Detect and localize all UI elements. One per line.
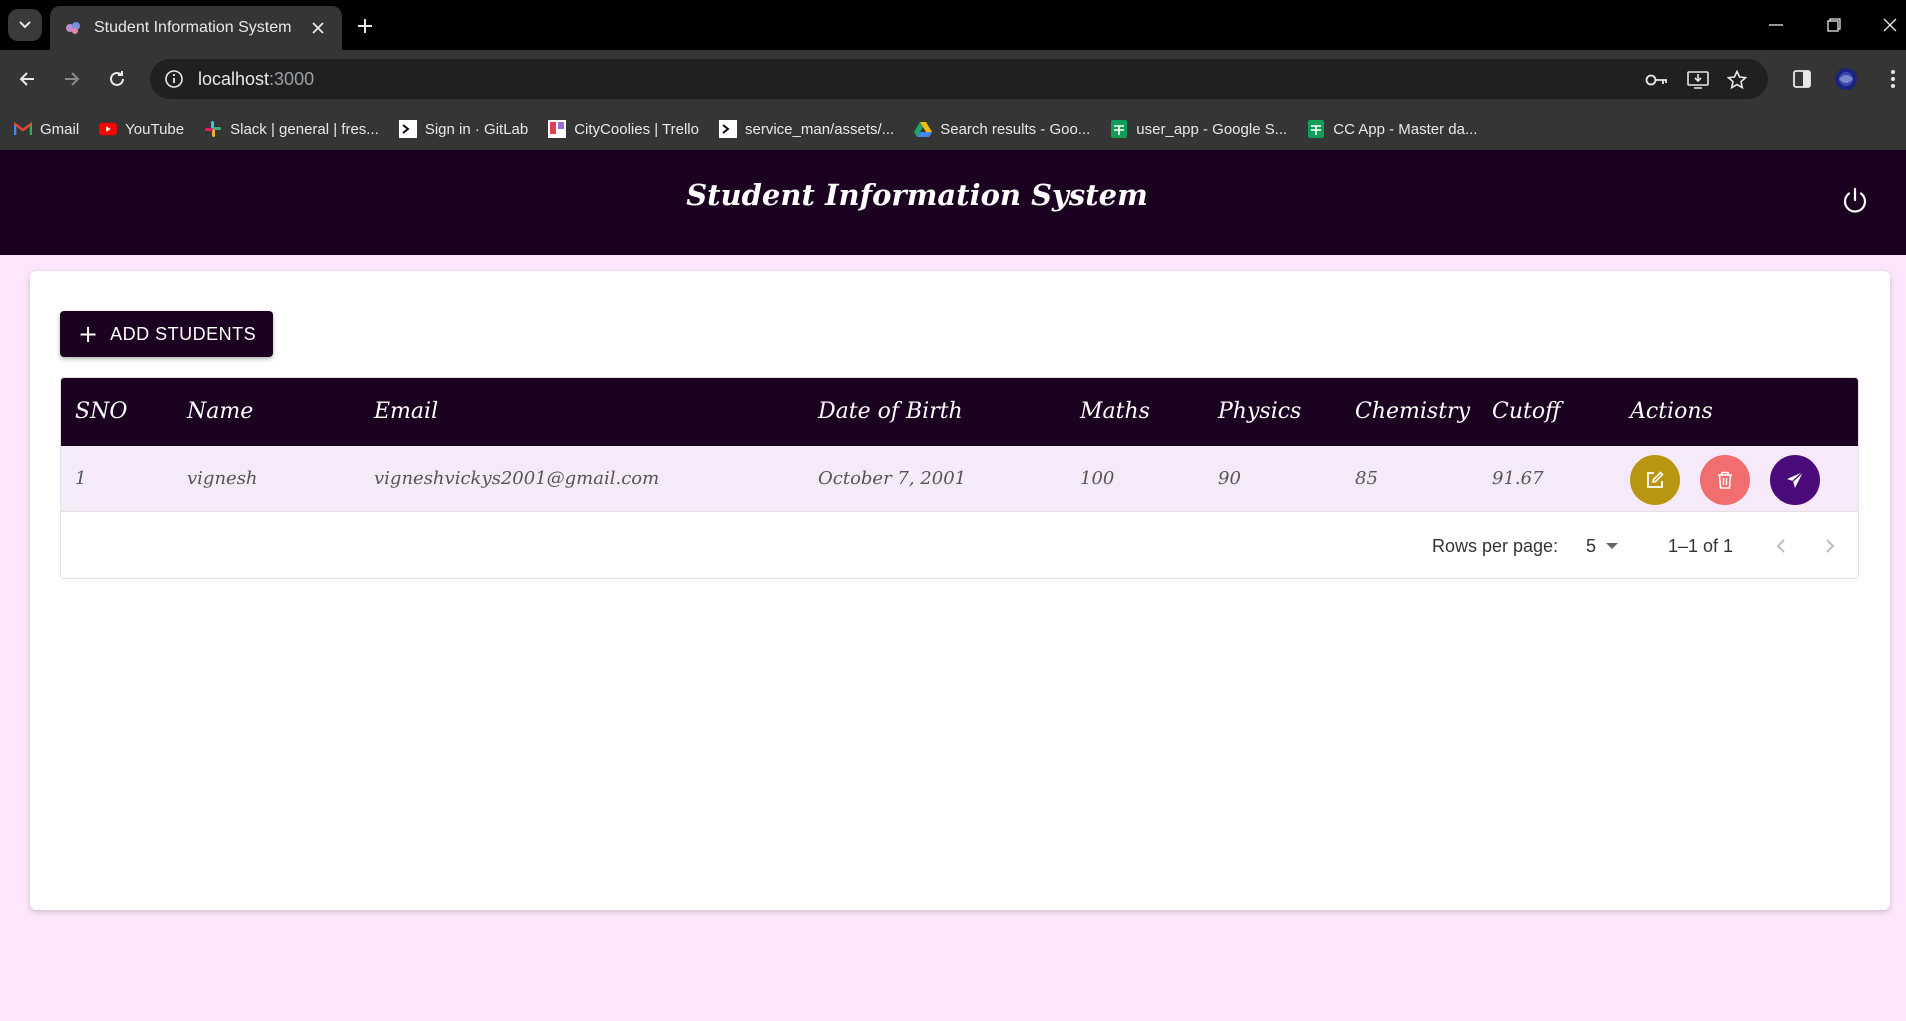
github-icon bbox=[719, 120, 737, 138]
drive-icon bbox=[914, 120, 933, 138]
plus-icon: + bbox=[78, 320, 99, 348]
cell-sno: 1 bbox=[75, 468, 87, 489]
profile-avatar[interactable] bbox=[1833, 66, 1859, 92]
bookmark-label: service_man/assets/... bbox=[745, 120, 895, 138]
rows-per-page-value: 5 bbox=[1586, 535, 1597, 556]
chevron-down-icon bbox=[19, 21, 31, 29]
site-info-icon[interactable] bbox=[162, 67, 186, 91]
column-header-sno[interactable]: SNO bbox=[75, 378, 127, 446]
new-tab-plus-icon[interactable] bbox=[352, 13, 378, 39]
browser-menu-icon[interactable] bbox=[1880, 66, 1906, 92]
rows-per-page-label: Rows per page: bbox=[1432, 536, 1559, 556]
cell-physics: 90 bbox=[1218, 468, 1241, 489]
bookmark-label: Slack | general | fres... bbox=[230, 120, 379, 138]
bookmark-item[interactable]: Slack | general | fres... bbox=[204, 114, 379, 144]
column-header-name[interactable]: Name bbox=[187, 378, 253, 446]
bookmark-item[interactable]: user_app - Google S... bbox=[1110, 114, 1287, 144]
app-header: Student Information System bbox=[0, 150, 1906, 255]
power-icon bbox=[1843, 187, 1867, 213]
main-card: + ADD STUDENTS SNO Name Email Date of Bi… bbox=[30, 271, 1890, 910]
sheets-icon bbox=[1307, 120, 1325, 138]
cell-email: vigneshvickys2001@gmail.com bbox=[374, 468, 660, 489]
bookmarks-bar: Gmail YouTube Slack | general | fres... … bbox=[0, 108, 1906, 150]
tab-title: Student Information System bbox=[94, 19, 292, 36]
forward-arrow-icon[interactable] bbox=[57, 64, 87, 94]
trello-icon bbox=[548, 120, 567, 138]
key-icon[interactable] bbox=[1644, 67, 1670, 93]
bookmark-label: YouTube bbox=[125, 120, 185, 138]
edit-button[interactable] bbox=[1630, 455, 1680, 505]
side-panel-icon[interactable] bbox=[1789, 66, 1815, 92]
back-arrow-icon[interactable] bbox=[12, 64, 42, 94]
table-header: SNO Name Email Date of Birth Maths Physi… bbox=[61, 378, 1858, 446]
bookmark-label: CityCoolies | Trello bbox=[574, 120, 699, 138]
bookmark-label: Sign in · GitLab bbox=[424, 120, 529, 138]
bookmark-item[interactable]: CC App - Master da... bbox=[1307, 114, 1477, 144]
bookmark-label: Search results - Goo... bbox=[940, 120, 1091, 138]
window-close-icon[interactable] bbox=[1876, 12, 1904, 38]
reload-icon[interactable] bbox=[102, 64, 132, 94]
bookmark-label: Gmail bbox=[40, 120, 80, 138]
column-header-dob[interactable]: Date of Birth bbox=[818, 378, 963, 446]
cell-cutoff: 91.67 bbox=[1492, 468, 1544, 489]
slack-icon bbox=[204, 120, 222, 138]
cell-dob: October 7, 2001 bbox=[818, 468, 967, 489]
send-icon bbox=[1787, 471, 1804, 488]
column-header-chemistry[interactable]: Chemistry bbox=[1355, 378, 1470, 446]
bookmark-item[interactable]: Sign in · GitLab bbox=[398, 114, 529, 144]
table-row: 1 vignesh vigneshvickys2001@gmail.com Oc… bbox=[61, 446, 1858, 512]
page-title: Student Information System bbox=[686, 178, 1148, 212]
sheets-icon bbox=[1110, 120, 1128, 138]
bookmark-item[interactable]: CityCoolies | Trello bbox=[548, 114, 699, 144]
send-button[interactable] bbox=[1770, 455, 1820, 505]
column-header-physics[interactable]: Physics bbox=[1218, 378, 1301, 446]
browser-tab-active[interactable]: Student Information System bbox=[50, 6, 342, 50]
bookmark-item[interactable]: Search results - Goo... bbox=[914, 114, 1090, 144]
restore-icon[interactable] bbox=[1820, 12, 1848, 38]
url-port: :3000 bbox=[269, 68, 315, 89]
tab-search-button[interactable] bbox=[8, 9, 42, 41]
bookmark-star-icon[interactable] bbox=[1724, 67, 1750, 93]
gitlab-icon bbox=[398, 120, 417, 138]
edit-icon bbox=[1647, 471, 1664, 488]
browser-toolbar: localhost:3000 bbox=[0, 50, 1906, 108]
cell-chemistry: 85 bbox=[1355, 468, 1378, 489]
minimize-icon[interactable] bbox=[1762, 12, 1790, 38]
url-host: localhost bbox=[198, 68, 270, 89]
youtube-icon bbox=[99, 120, 118, 138]
students-table: SNO Name Email Date of Birth Maths Physi… bbox=[60, 377, 1859, 579]
url-text: localhost:3000 bbox=[198, 69, 314, 90]
delete-button[interactable] bbox=[1700, 455, 1750, 505]
next-page-icon[interactable] bbox=[1816, 532, 1844, 560]
column-header-actions: Actions bbox=[1630, 399, 1713, 424]
column-header-maths[interactable]: Maths bbox=[1080, 378, 1150, 446]
logout-power-button[interactable] bbox=[1838, 184, 1872, 218]
add-students-button[interactable]: + ADD STUDENTS bbox=[60, 311, 273, 357]
dropdown-arrow-icon bbox=[1606, 543, 1619, 549]
bookmark-item[interactable]: YouTube bbox=[99, 114, 184, 144]
bookmark-item[interactable]: service_man/assets/... bbox=[719, 114, 894, 144]
install-app-icon[interactable] bbox=[1685, 67, 1711, 93]
rows-per-page-select[interactable]: 5 bbox=[1586, 529, 1630, 563]
gmail-icon bbox=[14, 120, 32, 138]
bookmark-item[interactable]: Gmail bbox=[14, 114, 79, 144]
previous-page-icon[interactable] bbox=[1767, 532, 1795, 560]
table-pagination: Rows per page: 5 1–1 of 1 bbox=[61, 512, 1858, 578]
cell-maths: 100 bbox=[1080, 468, 1115, 489]
app-favicon-icon bbox=[64, 19, 82, 37]
add-students-label: ADD STUDENTS bbox=[110, 323, 257, 344]
column-header-cutoff[interactable]: Cutoff bbox=[1492, 378, 1561, 446]
column-header-email[interactable]: Email bbox=[374, 378, 438, 446]
tab-close-icon[interactable] bbox=[308, 18, 328, 38]
browser-tabstrip: Student Information System bbox=[0, 0, 1906, 50]
pagination-range: 1–1 of 1 bbox=[1668, 536, 1734, 556]
bookmark-label: user_app - Google S... bbox=[1136, 120, 1288, 138]
trash-icon bbox=[1718, 471, 1732, 489]
bookmark-label: CC App - Master da... bbox=[1333, 120, 1478, 138]
address-bar[interactable]: localhost:3000 bbox=[150, 59, 1768, 99]
cell-name: vignesh bbox=[187, 468, 258, 489]
